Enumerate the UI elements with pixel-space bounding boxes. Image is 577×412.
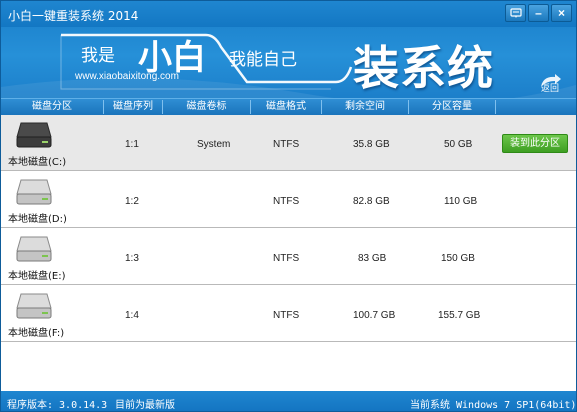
site-url: www.xiaobaixitong.com <box>75 71 179 82</box>
header-partition: 磁盘分区 <box>32 101 72 112</box>
partition-capacity: 50 GB <box>444 139 473 150</box>
status-bar: 程序版本: 3.0.14.3 目前为最新版 当前系统 Windows 7 SP1… <box>1 391 576 411</box>
partition-capacity: 110 GB <box>444 196 478 207</box>
partition-sequence: 1:1 <box>125 139 139 150</box>
drive-name: 本地磁盘(D:) <box>8 214 67 225</box>
drive-icon <box>16 236 52 262</box>
partition-capacity: 155.7 GB <box>438 310 481 321</box>
header-volume-label: 磁盘卷标 <box>186 101 227 112</box>
window-controls: – × <box>505 4 572 22</box>
drive-icon <box>16 293 52 319</box>
header-sequence: 磁盘序列 <box>113 101 153 112</box>
update-status: 目前为最新版 <box>115 400 175 411</box>
partition-row-f[interactable]: 本地磁盘(F:) 1:4 NTFS 100.7 GB 155.7 GB <box>1 286 576 342</box>
partition-format: NTFS <box>273 253 300 264</box>
partition-format: NTFS <box>273 139 300 150</box>
partition-format: NTFS <box>273 196 300 207</box>
partition-free-space: 100.7 GB <box>353 310 396 321</box>
close-icon: × <box>557 6 565 20</box>
menu-icon <box>509 8 522 18</box>
partition-volume-label: System <box>197 139 231 150</box>
slogan-part1: 我是 <box>81 46 115 66</box>
back-button[interactable]: 返回 <box>537 73 563 94</box>
current-system: 当前系统 Windows 7 SP1(64bit) <box>410 400 577 411</box>
partition-row-c[interactable]: 本地磁盘(C:) 1:1 System NTFS 35.8 GB 50 GB 装… <box>1 115 576 171</box>
header-capacity: 分区容量 <box>432 101 472 112</box>
close-button[interactable]: × <box>551 4 572 22</box>
drive-name: 本地磁盘(E:) <box>8 271 66 282</box>
header-free-space: 剩余空间 <box>345 101 385 112</box>
partition-row-d[interactable]: 本地磁盘(D:) 1:2 NTFS 82.8 GB 110 GB <box>1 172 576 228</box>
banner: 我是 小白 我能自己 www.xiaobaixitong.com 装系统 返回 <box>1 27 576 98</box>
partition-table-header: 磁盘分区 磁盘序列 磁盘卷标 磁盘格式 剩余空间 分区容量 <box>1 98 576 115</box>
banner-big-title: 装系统 <box>353 41 494 95</box>
drive-icon <box>16 179 52 205</box>
drive-name: 本地磁盘(F:) <box>8 328 65 339</box>
minimize-button[interactable]: – <box>528 4 549 22</box>
minimize-icon: – <box>535 6 542 20</box>
partition-free-space: 82.8 GB <box>353 196 390 207</box>
program-version: 程序版本: 3.0.14.3 <box>7 400 108 411</box>
menu-button[interactable] <box>505 4 526 22</box>
install-to-partition-button[interactable]: 装到此分区 <box>502 134 568 153</box>
partition-free-space: 35.8 GB <box>353 139 390 150</box>
partition-sequence: 1:3 <box>125 253 139 264</box>
partition-row-e[interactable]: 本地磁盘(E:) 1:3 NTFS 83 GB 150 GB <box>1 229 576 285</box>
drive-icon <box>16 122 52 148</box>
header-format: 磁盘格式 <box>266 101 306 112</box>
drive-name: 本地磁盘(C:) <box>8 157 67 168</box>
partition-sequence: 1:4 <box>125 310 139 321</box>
title-bar[interactable]: 小白一键重装系统 2014 – × <box>1 1 576 27</box>
app-title: 小白一键重装系统 2014 <box>8 9 139 23</box>
partition-format: NTFS <box>273 310 300 321</box>
back-label: 返回 <box>541 84 560 94</box>
partition-free-space: 83 GB <box>358 253 387 264</box>
installer-window: 小白一键重装系统 2014 – × 我是 小白 我能自己 www.xiaobai… <box>0 0 577 412</box>
header-divider <box>495 100 496 114</box>
slogan-part3: 我能自己 <box>229 50 297 70</box>
partition-capacity: 150 GB <box>441 253 475 264</box>
partition-sequence: 1:2 <box>125 196 139 207</box>
